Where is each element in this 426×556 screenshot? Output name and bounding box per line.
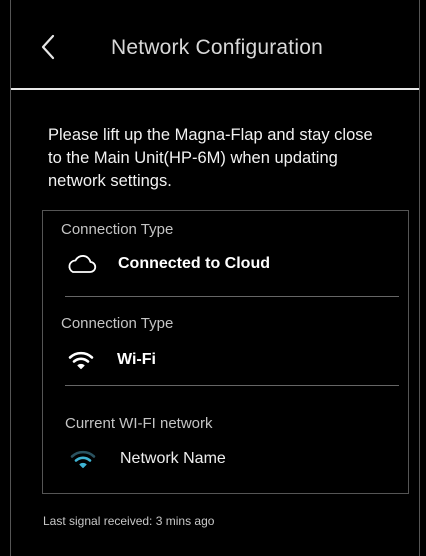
connection-type-label: Connection Type	[61, 315, 174, 332]
last-signal-text: Last signal received: 3 mins ago	[43, 514, 215, 528]
divider	[65, 385, 399, 386]
screen: Network Configuration Please lift up the…	[10, 0, 420, 556]
cloud-status-row: Connected to Cloud	[65, 252, 270, 276]
instructions-text: Please lift up the Magna-Flap and stay c…	[48, 126, 373, 190]
current-network-value: Network Name	[120, 450, 226, 467]
page-title: Network Configuration	[111, 36, 323, 59]
connection-type-value: Wi-Fi	[117, 351, 156, 368]
connection-type-row: Wi-Fi	[65, 348, 156, 372]
header-bar: Network Configuration	[11, 0, 419, 90]
current-network-row: Network Name	[67, 447, 226, 471]
divider	[65, 296, 399, 297]
connection-card: Connection Type Connected to Cloud Conne…	[42, 210, 409, 494]
cloud-status-value: Connected to Cloud	[118, 255, 270, 272]
wifi-icon	[65, 348, 97, 372]
chevron-left-icon	[41, 34, 55, 60]
cloud-icon	[65, 252, 97, 276]
current-network-label: Current WI-FI network	[65, 415, 213, 432]
wifi-signal-icon	[67, 447, 99, 471]
back-button[interactable]	[33, 30, 63, 64]
cloud-connection-type-label: Connection Type	[61, 221, 174, 238]
